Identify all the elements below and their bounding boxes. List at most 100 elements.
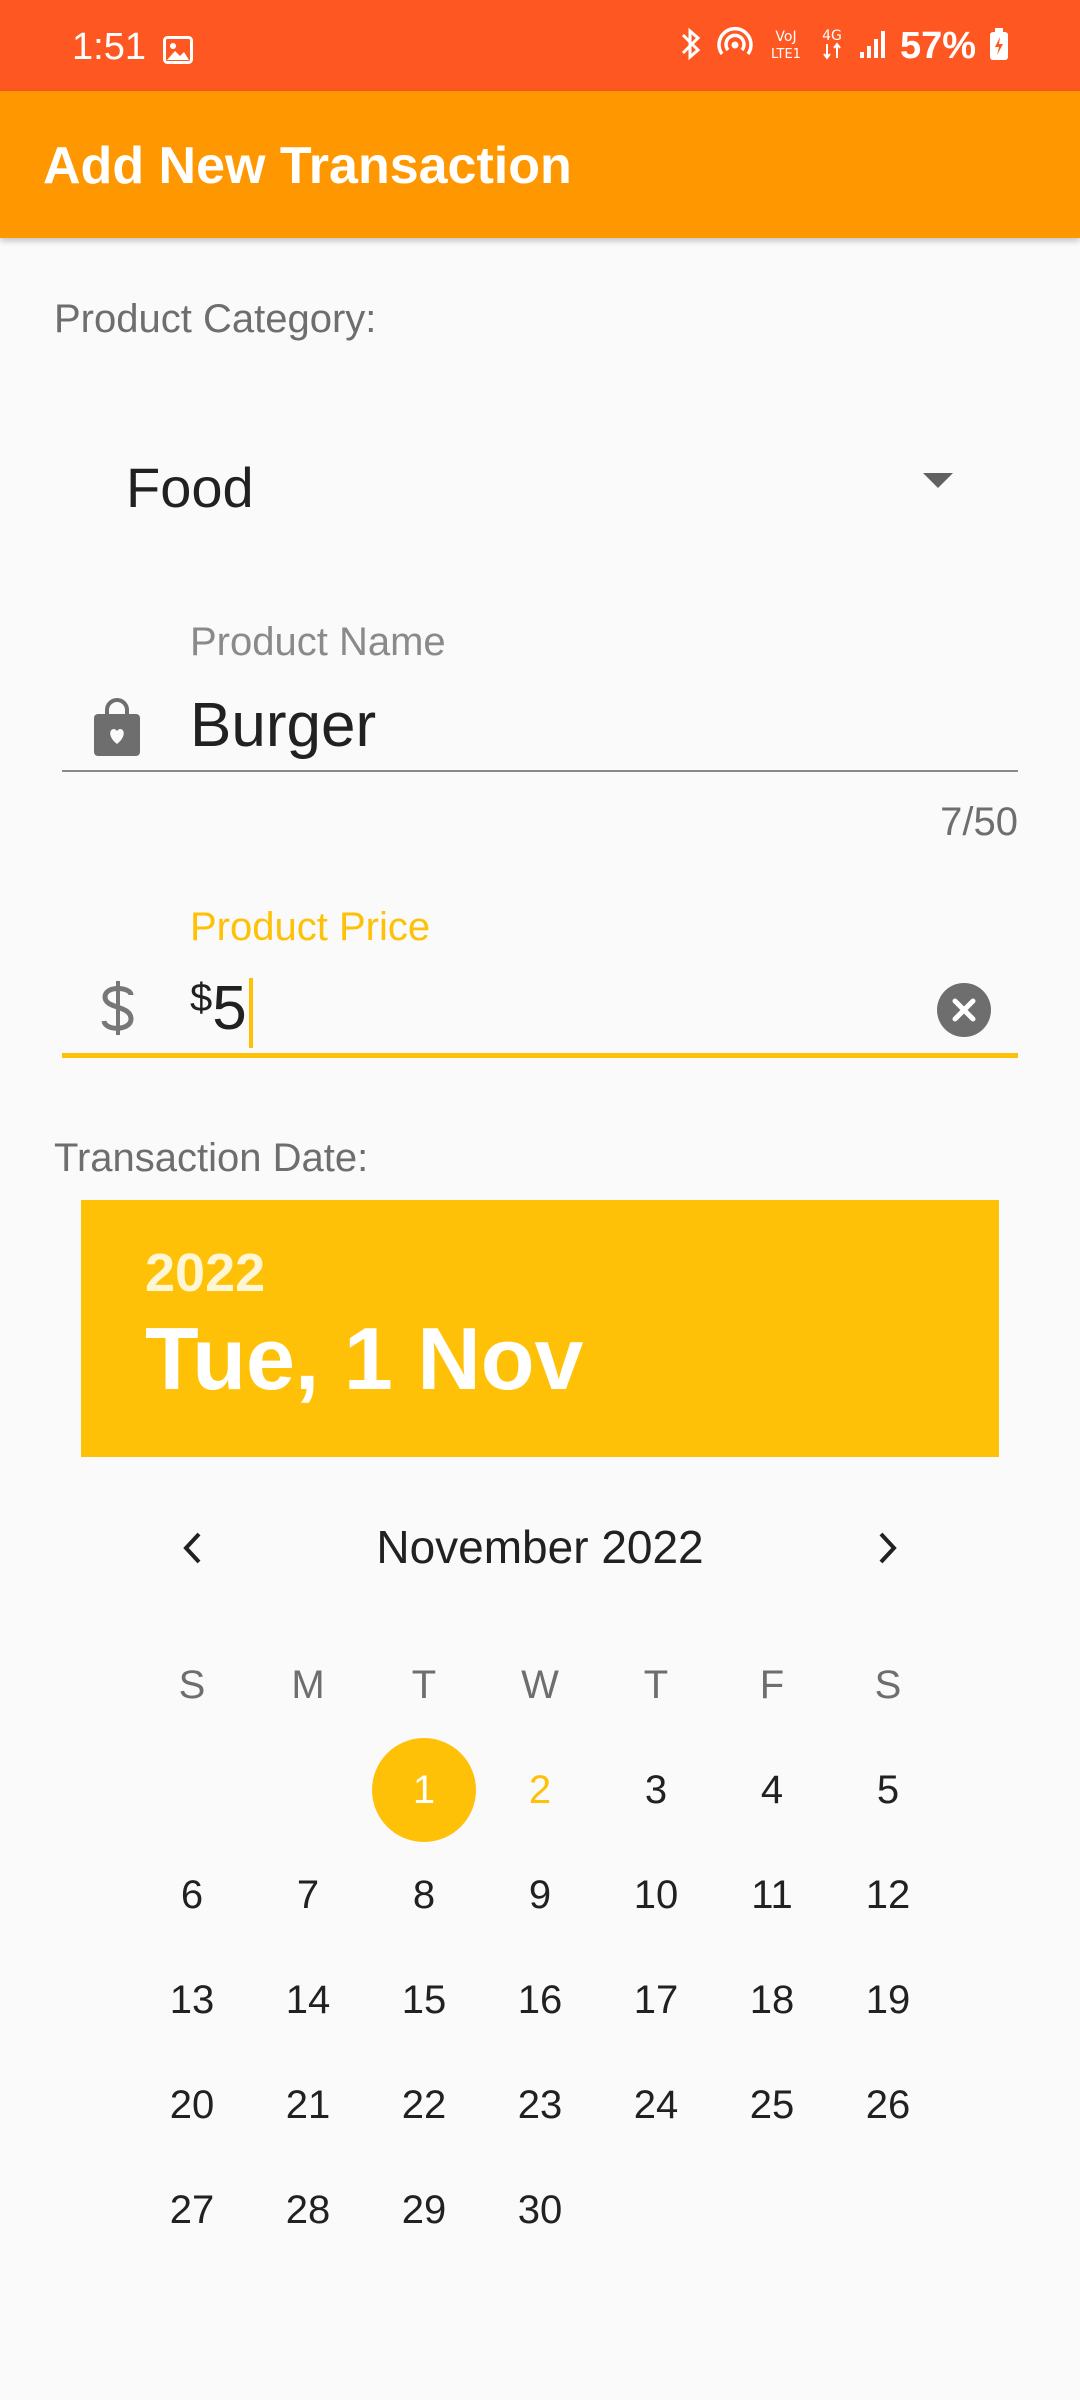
calendar-day-number: 29: [401, 2187, 447, 2232]
calendar-day-number: 28: [285, 2187, 331, 2232]
status-time: 1:51: [72, 26, 146, 68]
calendar-day[interactable]: 22: [366, 2055, 482, 2155]
calendar-day[interactable]: 13: [134, 1950, 250, 2050]
weekday-label: W: [521, 1662, 559, 1707]
calendar-day[interactable]: 27: [134, 2160, 250, 2260]
dropdown-arrow-icon: [923, 473, 953, 488]
weekday-label: F: [759, 1662, 785, 1707]
calendar-day-number: 23: [517, 2082, 563, 2127]
calendar-day[interactable]: 20: [134, 2055, 250, 2155]
clear-icon[interactable]: [937, 983, 991, 1037]
weekday-label: T: [643, 1662, 669, 1707]
calendar-day-number: 27: [169, 2187, 215, 2232]
calendar-day-number: 30: [517, 2187, 563, 2232]
calendar-day[interactable]: 8: [366, 1845, 482, 1945]
calendar-week-row: 13 14 15 16 17 18 19: [134, 1950, 946, 2050]
calendar-day[interactable]: 11: [714, 1845, 830, 1945]
hotspot-icon: [716, 26, 754, 67]
calendar-day-number: 16: [517, 1977, 563, 2022]
calendar-day[interactable]: 21: [250, 2055, 366, 2155]
character-counter: 7/50: [940, 800, 1018, 844]
product-price-label: Product Price: [190, 905, 431, 949]
calendar-day[interactable]: 24: [598, 2055, 714, 2155]
category-label: Product Category:: [54, 297, 377, 341]
calendar-day-today[interactable]: 2: [482, 1740, 598, 1840]
text-cursor: [248, 977, 253, 1048]
calendar-day[interactable]: 9: [482, 1845, 598, 1945]
signal-icon: [858, 28, 888, 65]
weekday-label: S: [178, 1662, 206, 1707]
weekday-header-row: S M T W T F S: [134, 1635, 946, 1735]
calendar-day-number: 3: [644, 1767, 668, 1812]
calendar-day[interactable]: 25: [714, 2055, 830, 2155]
price-prefix: $: [190, 976, 213, 1020]
calendar-day-number: 5: [876, 1767, 900, 1812]
calendar-day[interactable]: 18: [714, 1950, 830, 2050]
calendar-week-row: 27 28 29 30: [134, 2160, 946, 2260]
calendar-day[interactable]: 17: [598, 1950, 714, 2050]
calendar-day-number: 1: [412, 1767, 436, 1812]
calendar-day-number: 10: [633, 1872, 679, 1917]
svg-text:VoJ: VoJ: [775, 29, 796, 45]
calendar-day-number: 26: [865, 2082, 911, 2127]
calendar-day[interactable]: 16: [482, 1950, 598, 2050]
app-bar: Add New Transaction: [0, 91, 1080, 238]
shopping-bag-icon: [90, 698, 144, 763]
chevron-left-icon: [183, 1532, 201, 1564]
status-icons: VoJ LTE1 4G 57%: [678, 22, 1010, 70]
calendar-day[interactable]: 28: [250, 2160, 366, 2260]
calendar-day-number: 7: [296, 1872, 320, 1917]
price-value: 5: [212, 974, 247, 1043]
calendar-day[interactable]: 12: [830, 1845, 946, 1945]
calendar-day-number: 14: [285, 1977, 331, 2022]
calendar-day[interactable]: 15: [366, 1950, 482, 2050]
calendar-day-number: 21: [285, 2082, 331, 2127]
calendar-day-number: 17: [633, 1977, 679, 2022]
calendar-day[interactable]: 23: [482, 2055, 598, 2155]
calendar-day-number: 9: [528, 1872, 552, 1917]
calendar-day-number: 22: [401, 2082, 447, 2127]
battery-charging-icon: [988, 27, 1010, 66]
product-price-underline: [62, 1053, 1018, 1058]
calendar-day[interactable]: 3: [598, 1740, 714, 1840]
prev-month-button[interactable]: [162, 1518, 222, 1578]
calendar-day[interactable]: 7: [250, 1845, 366, 1945]
product-name-label: Product Name: [190, 620, 446, 664]
status-bar: 1:51 VoJ LTE1 4G 57%: [0, 0, 1080, 91]
calendar-day[interactable]: 26: [830, 2055, 946, 2155]
calendar-day-number: 25: [749, 2082, 795, 2127]
product-name-field[interactable]: Product Name Burger: [62, 610, 1018, 775]
selected-year[interactable]: 2022: [145, 1242, 265, 1304]
calendar-day-number: 4: [760, 1767, 784, 1812]
calendar-day[interactable]: 30: [482, 2160, 598, 2260]
next-month-button[interactable]: [858, 1518, 918, 1578]
calendar-day-number: 11: [751, 1872, 793, 1917]
calendar-day[interactable]: 29: [366, 2160, 482, 2260]
calendar-day[interactable]: 6: [134, 1845, 250, 1945]
calendar-day[interactable]: 4: [714, 1740, 830, 1840]
calendar-month-title: November 2022: [376, 1521, 704, 1573]
product-name-value: Burger: [190, 691, 377, 760]
calendar-day-selected[interactable]: 1: [366, 1738, 482, 1842]
calendar-day[interactable]: 14: [250, 1950, 366, 2050]
bluetooth-icon: [678, 26, 704, 67]
calendar-day-number: 6: [180, 1872, 204, 1917]
product-price-field[interactable]: Product Price $5: [62, 895, 1018, 1060]
svg-text:LTE1: LTE1: [771, 47, 801, 62]
calendar-day[interactable]: 10: [598, 1845, 714, 1945]
category-selected-value: Food: [126, 456, 254, 519]
page-title: Add New Transaction: [43, 137, 572, 195]
calendar-day-number: 24: [633, 2082, 679, 2127]
category-dropdown[interactable]: Food: [60, 425, 980, 545]
calendar-day[interactable]: 19: [830, 1950, 946, 2050]
4g-data-icon: 4G: [818, 26, 846, 67]
calendar-day-number: 19: [865, 1977, 911, 2022]
dollar-icon: [98, 975, 138, 1046]
calendar-day-number: 13: [169, 1977, 215, 2022]
calendar-week-row: 6 7 8 9 10 11 12: [134, 1845, 946, 1945]
calendar-day[interactable]: 5: [830, 1740, 946, 1840]
calendar-week-row: 20 21 22 23 24 25 26: [134, 2055, 946, 2155]
gallery-icon: [163, 36, 193, 69]
transaction-date-label: Transaction Date:: [54, 1136, 369, 1180]
calendar-week-row: 1 2 3 4 5: [134, 1738, 946, 1842]
